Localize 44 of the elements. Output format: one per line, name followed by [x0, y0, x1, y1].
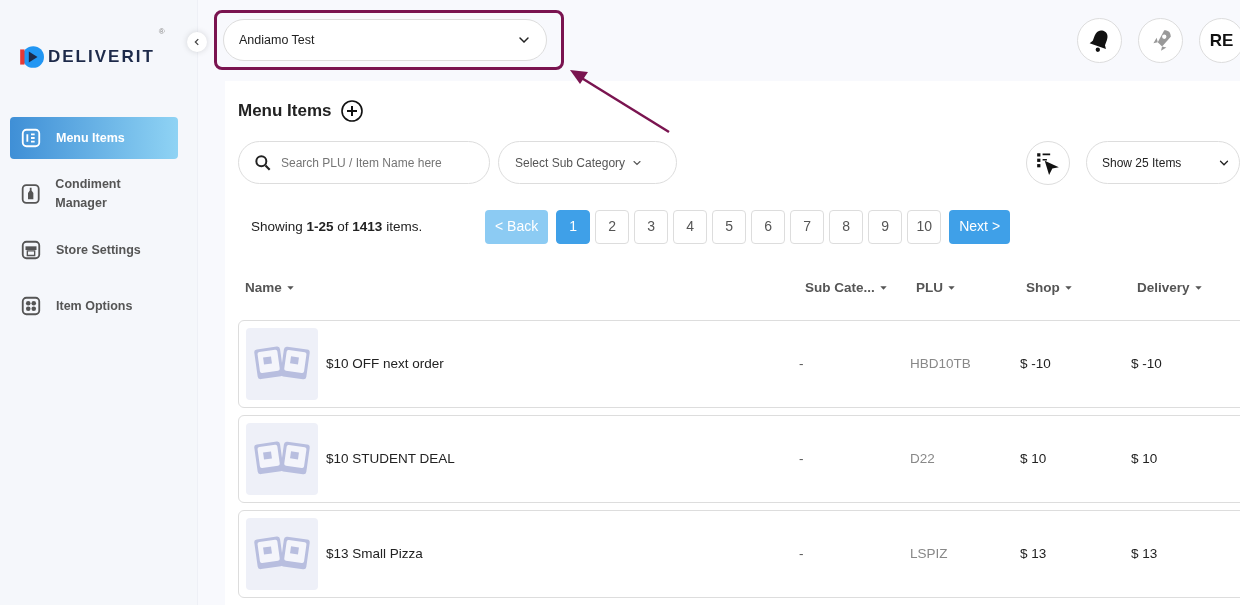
page-button[interactable]: 8 [829, 209, 864, 244]
column-header[interactable]: Delivery [1137, 277, 1240, 298]
page-button[interactable]: 7 [790, 209, 825, 244]
page-button[interactable]: 10 [907, 209, 942, 244]
sub-category-select[interactable]: Select Sub Category [498, 141, 677, 185]
page-button[interactable]: 2 [595, 209, 630, 244]
page-size-select[interactable]: Show 25 Items [1086, 141, 1240, 185]
table-cell-text: $ 10 [1020, 449, 1048, 468]
page-button[interactable]: 5 [712, 209, 747, 244]
table-cell-text: $ 13 [1131, 544, 1159, 563]
sidebar-item[interactable]: Condiment Manager [10, 173, 178, 215]
search-field[interactable]: Search PLU / Item Name here [238, 141, 490, 185]
table-cell-text: - [799, 354, 805, 373]
sidebar-item[interactable]: Store Settings [10, 229, 178, 271]
column-header[interactable]: PLU [916, 277, 1026, 298]
table-cell-text: $ -10 [1131, 354, 1163, 373]
table-cell-text: - [799, 449, 805, 468]
column-header[interactable]: Sub Cate... [805, 277, 916, 298]
item-name: $10 STUDENT DEAL [326, 449, 456, 468]
page-button[interactable]: 3 [634, 209, 669, 244]
avatar-button[interactable]: RE [1199, 17, 1240, 63]
item-row[interactable]: $13 Small Pizza - LSPIZ $ 13 $ 13 [238, 510, 1240, 598]
table-cell-text: D22 [910, 449, 936, 468]
table-cell-text: $ -10 [1020, 354, 1052, 373]
item-row[interactable]: $10 STUDENT DEAL - D22 $ 10 $ 10 [238, 415, 1240, 503]
item-name: $10 OFF next order [326, 354, 445, 373]
table-cell-text: LSPIZ [910, 544, 949, 563]
store-select[interactable]: Andiamo Test [223, 19, 547, 62]
item-name: $13 Small Pizza [326, 544, 424, 563]
brand-name: DELIVERIT [48, 46, 155, 69]
sidebar-item[interactable]: Item Options [10, 285, 178, 327]
table-cell-text: $ 10 [1131, 449, 1159, 468]
table-cell-text: - [799, 544, 805, 563]
page-button[interactable]: 4 [673, 209, 708, 244]
item-row[interactable]: $10 OFF next order - HBD10TB $ -10 $ -10 [238, 320, 1240, 408]
column-header[interactable]: Shop [1026, 277, 1137, 298]
table-cell-text: HBD10TB [910, 354, 972, 373]
column-header[interactable]: Name [245, 277, 805, 298]
table-cell-text: $ 13 [1020, 544, 1048, 563]
page-button[interactable]: 6 [751, 209, 786, 244]
trademark-sign: ® [158, 26, 165, 38]
results-summary: Showing 1-25 of 1413 items. [251, 217, 424, 236]
page-button[interactable]: 9 [868, 209, 903, 244]
page-title: Menu Items [238, 100, 332, 121]
